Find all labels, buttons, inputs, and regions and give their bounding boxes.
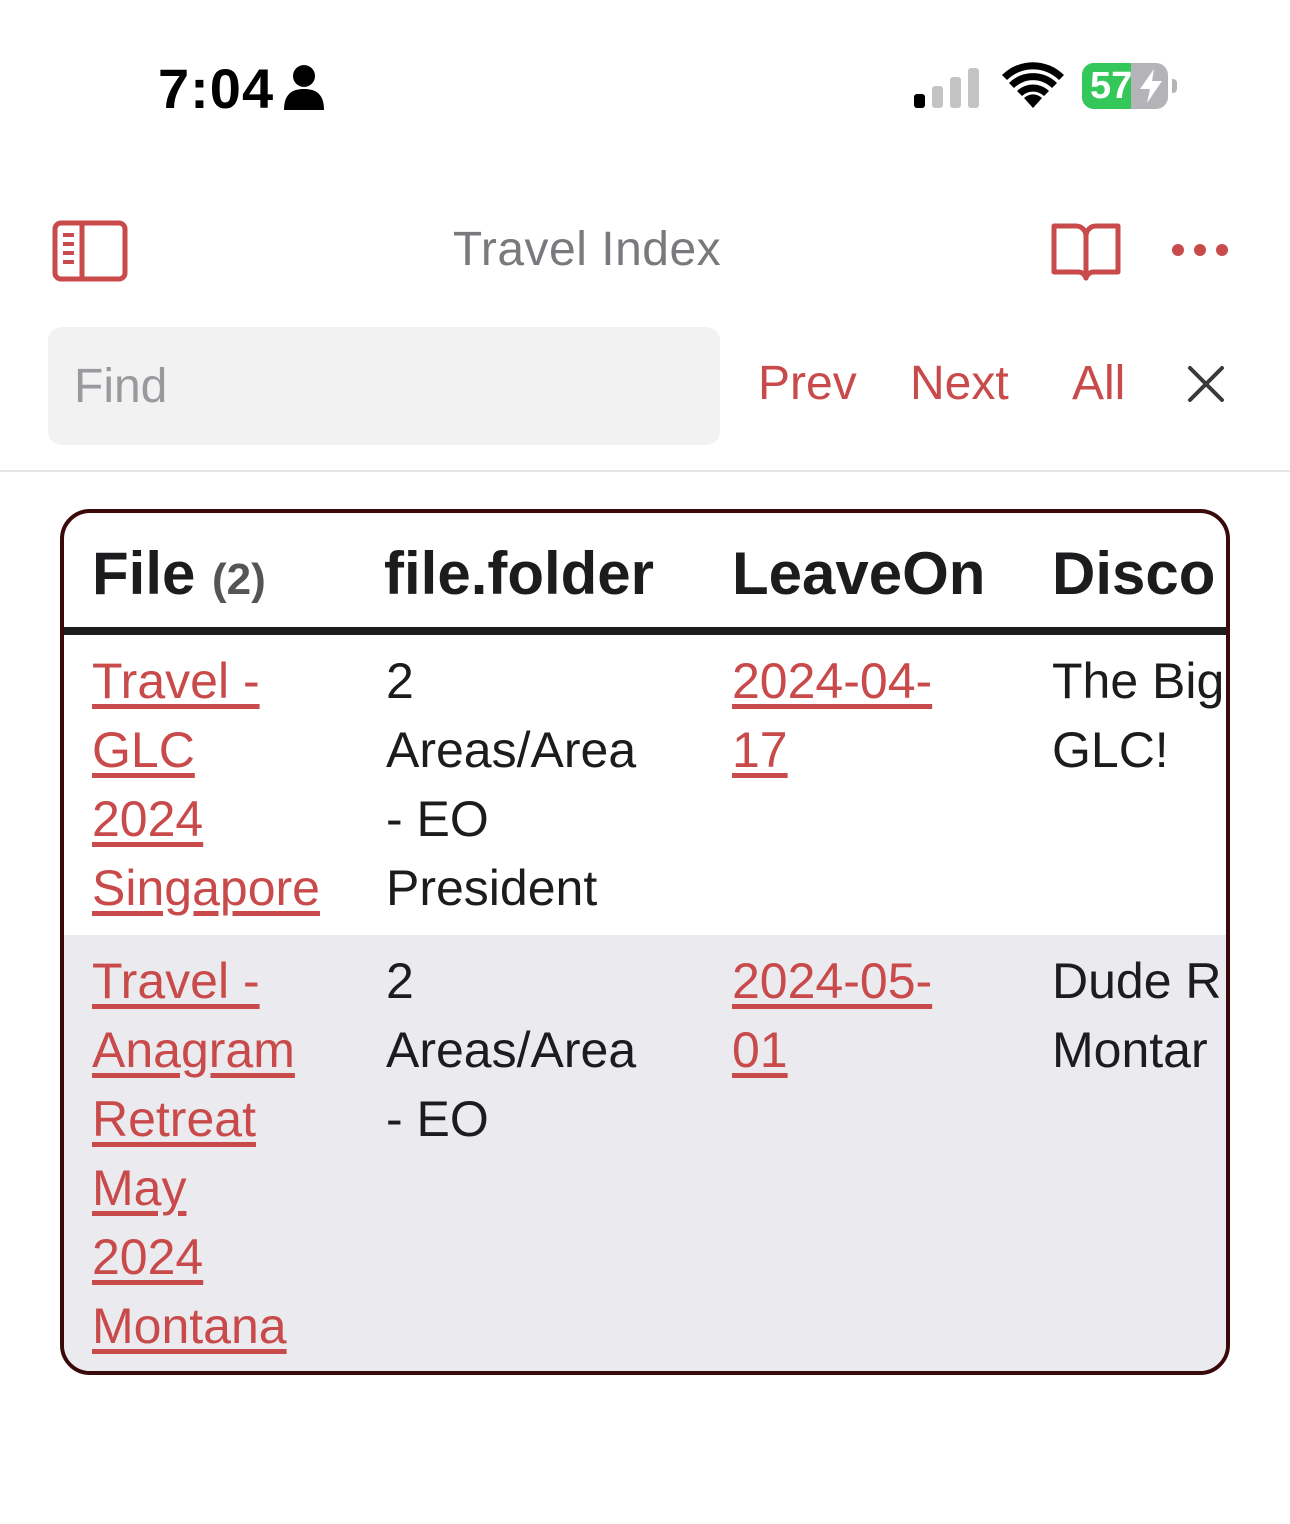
link-line: 2024	[92, 791, 204, 847]
file-link[interactable]: Travel - Anagram Retreat May 2024 Montan…	[92, 953, 295, 1354]
charging-bolt-icon	[1140, 69, 1162, 103]
close-icon[interactable]	[1186, 364, 1226, 404]
link-line: GLC	[92, 722, 195, 778]
reading-view-icon[interactable]	[1050, 220, 1122, 282]
more-options-icon[interactable]	[1168, 238, 1232, 262]
text-line: Areas/Area	[386, 722, 637, 778]
link-line: 01	[732, 1022, 788, 1078]
cell-folder: 2 Areas/Area - EO President	[386, 647, 636, 923]
header-file-count: (2)	[212, 555, 266, 604]
header-folder[interactable]: file.folder	[384, 539, 654, 608]
prev-button[interactable]: Prev	[758, 356, 857, 411]
header-file[interactable]: File (2)	[92, 539, 266, 608]
date-link[interactable]: 2024-04- 17	[732, 653, 932, 778]
header-file-label: File	[92, 540, 196, 607]
link-line: 2024-04-	[732, 653, 933, 709]
link-line: Travel -	[92, 953, 260, 1009]
text-line: 2	[386, 953, 414, 1009]
header-discover[interactable]: Disco	[1052, 539, 1215, 608]
cell-discover: The Big GLC!	[1052, 647, 1224, 785]
text-line: Areas/Area	[386, 1022, 637, 1078]
cell-discover: Dude R Montar	[1052, 947, 1222, 1085]
text-line: Dude R	[1052, 953, 1222, 1009]
link-line: May	[92, 1160, 187, 1216]
file-link[interactable]: Travel - GLC 2024 Singapore	[92, 653, 320, 916]
link-line: Montana	[92, 1298, 287, 1354]
link-line: Retreat	[92, 1091, 256, 1147]
link-line: Singapore	[92, 860, 320, 916]
link-line: Anagram	[92, 1022, 295, 1078]
cell-folder: 2 Areas/Area - EO	[386, 947, 636, 1154]
find-input[interactable]	[48, 327, 720, 445]
dataview-table: File (2) file.folder LeaveOn Disco Trave…	[60, 509, 1230, 1375]
cell-file: Travel - Anagram Retreat May 2024 Montan…	[92, 947, 295, 1361]
text-line: President	[386, 860, 598, 916]
header-leave-on[interactable]: LeaveOn	[732, 539, 985, 608]
wifi-icon	[1002, 62, 1064, 108]
status-bar: 7:04 57	[0, 0, 1290, 150]
status-time: 7:04	[158, 57, 275, 120]
link-line: 2024	[92, 1229, 204, 1285]
battery-cap	[1172, 79, 1177, 93]
signal-icon	[914, 68, 979, 108]
text-line: The Big	[1052, 653, 1225, 709]
all-button[interactable]: All	[1072, 356, 1125, 411]
battery-body: 57	[1082, 63, 1168, 109]
link-line: Travel -	[92, 653, 260, 709]
table-header: File (2) file.folder LeaveOn Disco	[64, 513, 1226, 635]
text-line: GLC!	[1052, 722, 1169, 778]
text-line: Montar	[1052, 1022, 1208, 1078]
page-title-text: Travel Index	[452, 223, 722, 276]
text-line: 2	[386, 653, 414, 709]
cell-leave-on: 2024-05- 01	[732, 947, 932, 1085]
cell-leave-on: 2024-04- 17	[732, 647, 932, 785]
person-icon	[284, 65, 324, 110]
link-line: 2024-05-	[732, 953, 933, 1009]
next-button[interactable]: Next	[910, 356, 1009, 411]
table-row: Travel - Anagram Retreat May 2024 Montan…	[64, 935, 1226, 1371]
date-link[interactable]: 2024-05- 01	[732, 953, 932, 1078]
table-row: Travel - GLC 2024 Singapore 2 Areas/Area…	[64, 635, 1226, 935]
link-line: 17	[732, 722, 788, 778]
text-line: - EO	[386, 1091, 489, 1147]
divider	[0, 470, 1290, 472]
nav-bar: Travel Index	[0, 190, 1290, 310]
text-line: - EO	[386, 791, 489, 847]
battery-icon: 57	[1082, 63, 1178, 111]
cell-file: Travel - GLC 2024 Singapore	[92, 647, 320, 923]
